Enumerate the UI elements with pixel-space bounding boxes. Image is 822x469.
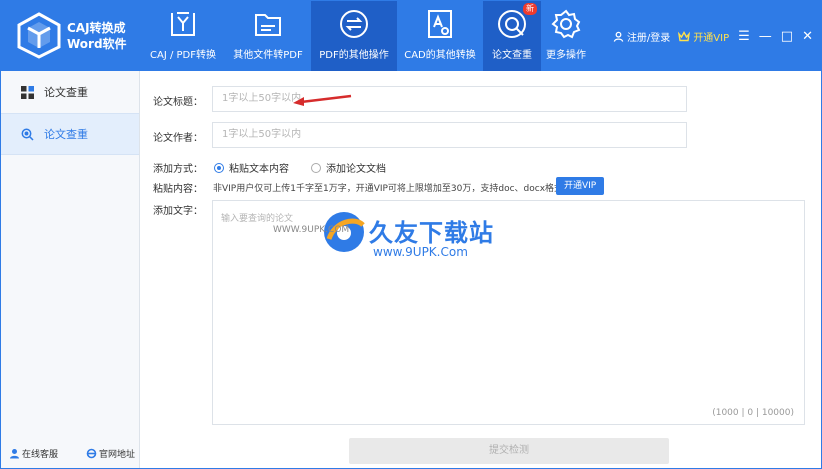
radio-paste-text-label: 粘贴文本内容 <box>229 164 289 175</box>
new-badge: 新 <box>523 3 537 15</box>
online-service-link[interactable]: 在线客服 <box>9 447 58 460</box>
textarea-placeholder: 输入要查询的论文 <box>221 214 294 224</box>
app-title-line2: Word软件 <box>67 37 127 51</box>
website-label: 官网地址 <box>98 450 135 460</box>
app-window: CAJ转换成 Word软件 CAJ / PDF转换 其他文件转PDF PDF的其… <box>0 0 822 469</box>
minimize-icon[interactable]: — <box>759 30 772 43</box>
nav-more[interactable]: 更多操作 <box>541 1 591 71</box>
header-actions: 注册/登录 开通VIP ☰ — □ ✕ <box>605 29 813 44</box>
header-bar: CAJ转换成 Word软件 CAJ / PDF转换 其他文件转PDF PDF的其… <box>1 1 821 71</box>
service-icon <box>10 449 19 459</box>
gear-icon <box>551 9 581 39</box>
sidebar-footer: 在线客服 官网地址 <box>9 447 135 460</box>
content-textarea[interactable]: 输入要查询的论文 (1000 | 0 | 10000) <box>212 200 805 425</box>
title-label: 论文标题： <box>153 97 203 108</box>
word-counter: (1000 | 0 | 10000) <box>712 408 794 418</box>
login-button[interactable]: 注册/登录 <box>613 29 670 44</box>
nav-thesis-check-label: 论文查重 <box>492 50 532 61</box>
open-vip-button[interactable]: 开通VIP <box>556 177 605 195</box>
vip-header-button[interactable]: 开通VIP <box>678 29 729 44</box>
sidebar-item-thesis-check-active[interactable]: 论文查重 <box>1 113 139 155</box>
nav-caj-pdf[interactable]: CAJ / PDF转换 <box>141 1 225 71</box>
radio-add-document-label: 添加论文文档 <box>326 164 386 175</box>
vip-header-label: 开通VIP <box>693 33 730 44</box>
author-label: 论文作者： <box>153 133 203 144</box>
main-nav: CAJ / PDF转换 其他文件转PDF PDF的其他操作 CAD的其他转换 新… <box>141 1 591 71</box>
maximize-icon[interactable]: □ <box>781 30 793 43</box>
submit-button[interactable]: 提交检测 <box>349 438 669 464</box>
radio-paste-text[interactable]: 粘贴文本内容 <box>214 160 289 175</box>
grid-icon <box>21 85 34 99</box>
paste-label: 粘贴内容： <box>153 184 203 195</box>
menu-icon[interactable]: ☰ <box>738 30 750 43</box>
online-service-label: 在线客服 <box>22 450 59 460</box>
cad-icon <box>428 10 452 38</box>
nav-pdf-other-label: PDF的其他操作 <box>319 50 389 61</box>
browser-icon <box>86 448 97 459</box>
app-title-line1: CAJ转换成 <box>67 21 126 35</box>
text-label: 添加文字： <box>153 206 203 217</box>
app-title: CAJ转换成 Word软件 <box>67 20 127 52</box>
website-link[interactable]: 官网地址 <box>86 447 135 460</box>
title-input[interactable]: 1字以上50字以内 <box>212 86 687 112</box>
sidebar-item-thesis-check[interactable]: 论文查重 <box>1 71 139 113</box>
nav-thesis-check[interactable]: 新 论文查重 <box>483 1 541 71</box>
nav-other-to-pdf[interactable]: 其他文件转PDF <box>225 1 311 71</box>
author-input[interactable]: 1字以上50字以内 <box>212 122 687 148</box>
nav-pdf-other[interactable]: PDF的其他操作 <box>311 1 397 71</box>
annotation-arrow-icon <box>293 94 352 106</box>
nav-other-to-pdf-label: 其他文件转PDF <box>233 50 303 61</box>
nav-more-label: 更多操作 <box>546 50 586 61</box>
pdf-convert-icon <box>171 12 195 36</box>
paste-note: 非VIP用户仅可上传1千字至1万字，开通VIP可将上限增加至30万，支持doc、… <box>213 184 564 194</box>
main-panel: 论文标题： 1字以上50字以内 论文作者： 1字以上50字以内 添加方式： 粘贴… <box>141 71 821 468</box>
sidebar-item-label: 论文查重 <box>44 128 88 141</box>
radio-dot-selected <box>214 162 224 173</box>
radio-dot <box>311 162 321 173</box>
close-icon[interactable]: ✕ <box>802 30 813 43</box>
method-label: 添加方式： <box>153 164 203 175</box>
nav-cad-other-label: CAD的其他转换 <box>404 50 476 61</box>
sidebar: 论文查重 论文查重 在线客服 官网地址 <box>1 71 140 468</box>
sidebar-item-label: 论文查重 <box>44 86 88 99</box>
user-icon <box>613 31 624 42</box>
crown-icon <box>678 31 691 42</box>
folder-icon <box>255 14 281 36</box>
radio-add-document[interactable]: 添加论文文档 <box>311 160 386 175</box>
exchange-icon <box>340 10 368 38</box>
nav-caj-pdf-label: CAJ / PDF转换 <box>150 50 216 61</box>
login-label: 注册/登录 <box>626 33 671 44</box>
app-logo-icon <box>17 12 61 59</box>
search-icon <box>21 128 34 141</box>
nav-cad-other[interactable]: CAD的其他转换 <box>397 1 483 71</box>
